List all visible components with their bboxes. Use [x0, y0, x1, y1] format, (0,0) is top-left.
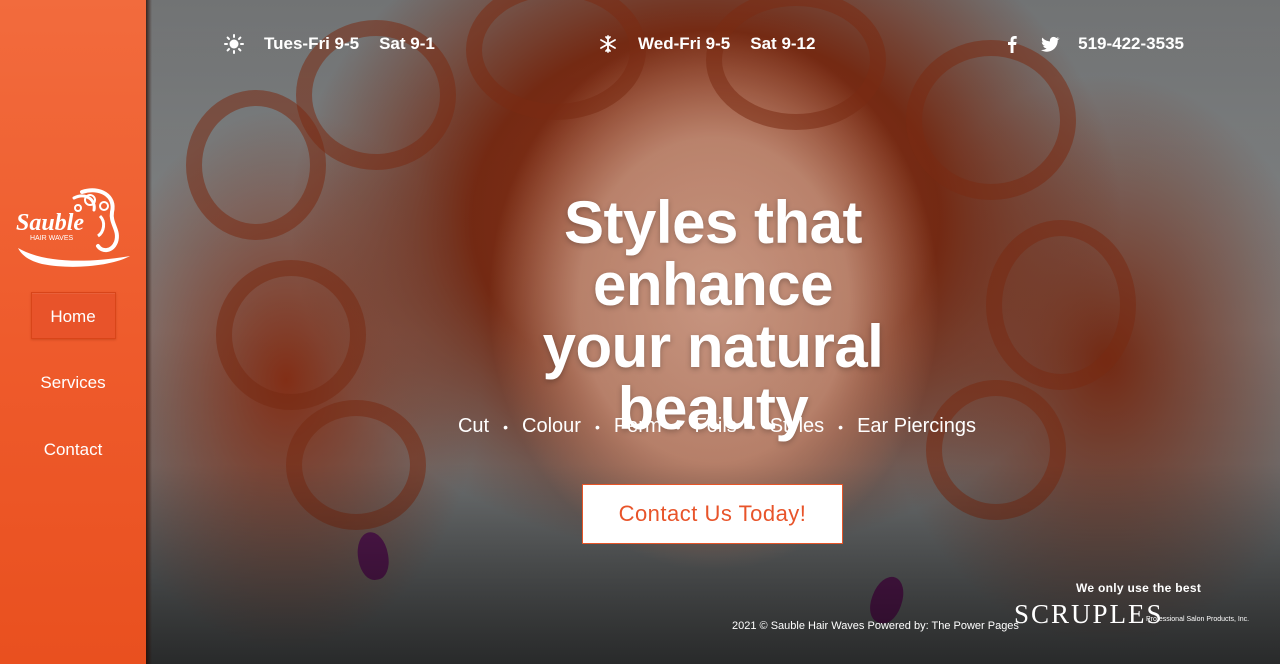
summer-weekday-hours: Tues-Fri 9-5 [264, 34, 360, 53]
services-list: Cut • Colour • Perm • Foils • Styles • E… [442, 415, 992, 438]
partner-tagline: We only use the best [1076, 581, 1202, 595]
sidebar: Sauble HAIR WAVES Home Services Contact [0, 0, 146, 664]
copyright-text[interactable]: 2021 © Sauble Hair Waves Powered by: The… [732, 620, 1019, 632]
separator-dot: • [503, 418, 509, 435]
partner-subtitle: Professional Salon Products, Inc. [1146, 616, 1250, 623]
facebook-icon[interactable] [1002, 34, 1022, 54]
logo-text: Sauble [16, 210, 84, 236]
service-item: Colour [522, 415, 581, 437]
nav-item-home[interactable]: Home [30, 292, 116, 339]
logo[interactable]: Sauble HAIR WAVES [12, 186, 134, 270]
partner-logo: SCRUPLES [1014, 599, 1164, 629]
service-item: Foils [694, 415, 737, 437]
phone-number[interactable]: 519-422-3535 [1078, 34, 1184, 54]
winter-saturday-hours: Sat 9-12 [750, 34, 816, 53]
contact-us-button[interactable]: Contact Us Today! [582, 484, 843, 544]
service-item: Ear Piercings [857, 415, 976, 437]
nav-item-services[interactable]: Services [31, 359, 116, 406]
separator-dot: • [750, 418, 756, 435]
headline-line-1: Styles that enhance [564, 189, 862, 318]
snowflake-icon [600, 35, 616, 53]
separator-dot: • [675, 418, 681, 435]
summer-saturday-hours: Sat 9-1 [379, 34, 435, 53]
hero-headline: Styles that enhance your natural beauty [458, 192, 968, 440]
hero: Tues-Fri 9-5 Sat 9-1 Wed-Fri 9-5 Sat 9-1… [146, 0, 1280, 664]
twitter-icon[interactable] [1040, 34, 1060, 54]
summer-hours: Tues-Fri 9-5 Sat 9-1 [224, 34, 455, 54]
separator-dot: • [838, 418, 844, 435]
winter-hours: Wed-Fri 9-5 Sat 9-12 [598, 34, 835, 54]
sun-icon [224, 34, 244, 54]
logo-subtext: HAIR WAVES [30, 235, 74, 242]
main-nav: Home Services Contact [0, 292, 146, 493]
service-item: Perm [613, 415, 662, 437]
separator-dot: • [594, 418, 600, 435]
winter-weekday-hours: Wed-Fri 9-5 [638, 34, 731, 53]
service-item: Styles [769, 415, 825, 437]
nav-item-contact[interactable]: Contact [31, 426, 116, 473]
sidebar-shadow [146, 0, 152, 664]
social-contact: 519-422-3535 [1002, 34, 1184, 54]
service-item: Cut [457, 415, 490, 437]
